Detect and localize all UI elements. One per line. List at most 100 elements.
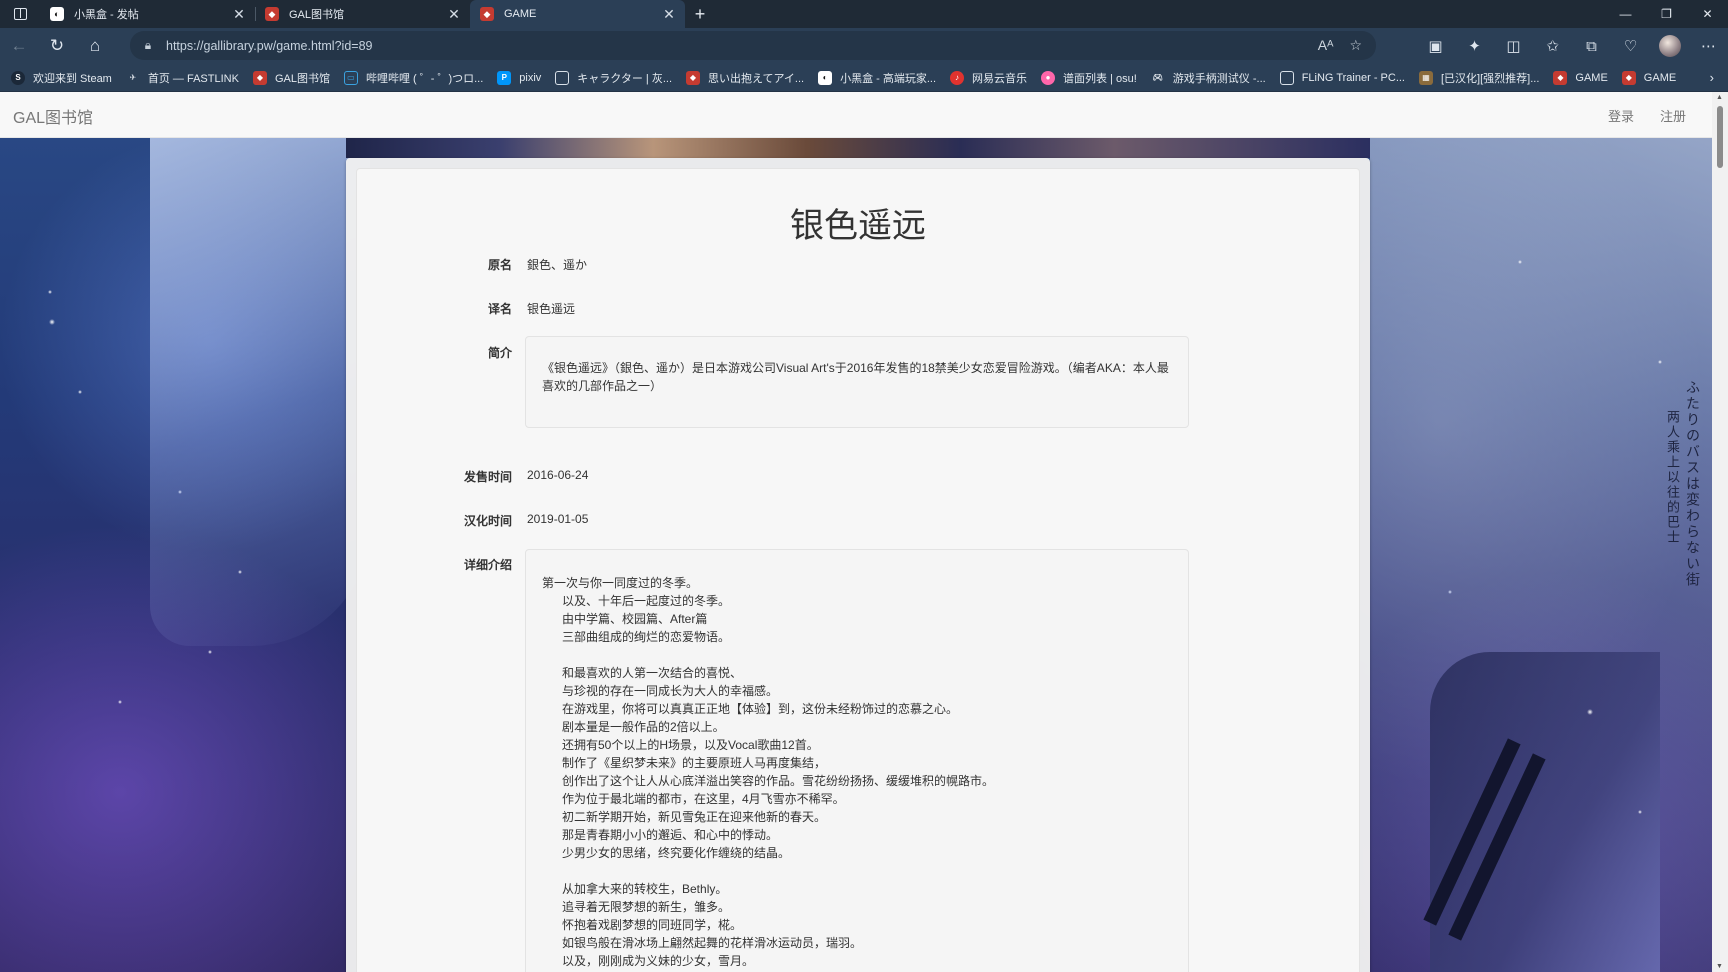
tab-actions-icon — [13, 8, 27, 20]
browser-tab-1[interactable]: ◐ 小黑盒 - 发帖 ✕ — [40, 0, 255, 28]
gallibrary-icon: ◆ — [480, 7, 494, 21]
tab-actions-button[interactable] — [0, 0, 40, 28]
favorite-star-icon[interactable]: ☆ — [1349, 37, 1362, 54]
browser-toolbar: ← ↻ ⌂ 🔒︎ https://gallibrary.pw/game.html… — [0, 28, 1728, 64]
scrollbar-thumb[interactable] — [1717, 106, 1723, 168]
bookmark-netease-music[interactable]: ♪ 网易云音乐 — [950, 70, 1027, 86]
scroll-down-icon[interactable]: ▼ — [1716, 963, 1723, 970]
register-link[interactable]: 注册 — [1660, 106, 1686, 125]
bookmark-osu[interactable]: ● 谱面列表 | osu! — [1041, 70, 1137, 86]
detail-line: 与珍视的存在一同成长为大人的幸福感。 — [542, 684, 779, 698]
bilibili-icon: ▭ — [343, 70, 358, 85]
xiaoheihe-icon: ◐ — [50, 7, 64, 21]
detail-line: 创作出了这个让人从心底洋溢出笑容的作品。雪花纷纷扬扬、缓缓堆积的幌路市。 — [542, 774, 995, 788]
home-button[interactable]: ⌂ — [76, 30, 114, 62]
browser-tab-2[interactable]: ◆ GAL图书馆 ✕ — [255, 0, 470, 28]
split-screen-icon[interactable]: ◫ — [1494, 28, 1533, 64]
restore-icon[interactable]: ❐ — [1646, 0, 1687, 28]
site-navbar: GAL图书馆 登录 注册 — [0, 92, 1712, 138]
tab-title: GAME — [504, 8, 537, 20]
bookmark-localized[interactable]: ▦ [已汉化][强烈推荐]... — [1418, 70, 1539, 86]
extensions-puzzle-icon[interactable]: ✦ — [1455, 28, 1494, 64]
page-icon — [555, 70, 570, 85]
gallibrary-icon: ◆ — [252, 70, 267, 85]
netease-music-icon: ♪ — [950, 70, 965, 85]
bookmark-xiaoheihe[interactable]: ◐ 小黑盒 - 高端玩家... — [818, 70, 936, 86]
steam-icon: S — [11, 70, 25, 85]
profile-button[interactable] — [1650, 28, 1689, 64]
close-tab-icon[interactable]: ✕ — [446, 6, 462, 23]
lock-icon[interactable]: 🔒︎ — [130, 38, 166, 53]
page-content: ふたりのバスは変わらない街 两人乘上以往的巴士 GAL图书馆 登录 注册 银色遥… — [0, 92, 1712, 972]
original-name-value: 銀色、遥か — [527, 258, 588, 272]
page-scrollbar[interactable]: ▲ ▼ — [1712, 92, 1728, 972]
detail-line: 还拥有50个以上的H场景，以及Vocal歌曲12首。 — [542, 738, 819, 752]
bookmark-gamepad-tester[interactable]: 🎮︎ 游戏手柄测试仪 -... — [1151, 70, 1266, 86]
minimize-icon[interactable]: — — [1605, 0, 1646, 28]
release-date-value: 2016-06-24 — [527, 468, 589, 482]
details-text: 第一次与你一同度过的冬季。 以及、十年后一起度过的冬季。 由中学篇、校园篇、Af… — [542, 574, 1172, 970]
gallibrary-icon: ◆ — [1553, 70, 1568, 85]
detail-line: 第一次与你一同度过的冬季。 — [542, 576, 699, 590]
detail-line: 三部曲组成的绚烂的恋爱物语。 — [542, 630, 731, 644]
bookmark-fastlink[interactable]: ✈ 首页 — FASTLINK — [126, 70, 239, 86]
bookmark-game-1[interactable]: ◆ GAME — [1553, 70, 1608, 85]
url-text[interactable]: https://gallibrary.pw/game.html?id=89 — [166, 39, 1318, 53]
login-link[interactable]: 登录 — [1608, 106, 1634, 125]
wallpaper-caption: 两人乘上以往的巴士 — [1664, 410, 1679, 545]
details-box: 第一次与你一同度过的冬季。 以及、十年后一起度过的冬季。 由中学篇、校园篇、Af… — [525, 549, 1189, 972]
browser-essentials-icon[interactable]: ♡ — [1611, 28, 1650, 64]
detail-line: 以及、十年后一起度过的冬季。 — [542, 594, 731, 608]
bookmark-omoide[interactable]: ◆ 思い出抱えてアイ... — [686, 70, 804, 86]
gamepad-icon: 🎮︎ — [1152, 73, 1163, 82]
page-title: 银色遥远 — [790, 207, 926, 245]
chevron-right-icon[interactable]: › — [1710, 70, 1714, 85]
back-button[interactable]: ← — [0, 30, 38, 62]
detail-line: 由中学篇、校园篇、After篇 — [542, 612, 708, 626]
wallpaper-caption: ふたりのバスは変わらない街 — [1684, 380, 1700, 588]
extension-icon[interactable]: ▣ — [1416, 28, 1455, 64]
original-name-label: 原名 — [487, 258, 512, 272]
browser-tab-3[interactable]: ◆ GAME ✕ — [470, 0, 685, 28]
tab-strip: ◐ 小黑盒 - 发帖 ✕ ◆ GAL图书馆 ✕ ◆ GAME ✕ + — ❐ ✕ — [0, 0, 1728, 28]
close-tab-icon[interactable]: ✕ — [661, 6, 677, 23]
address-bar[interactable]: 🔒︎ https://gallibrary.pw/game.html?id=89… — [130, 31, 1376, 60]
bookmark-steam[interactable]: S 欢迎来到 Steam — [11, 70, 112, 86]
translated-name-label: 译名 — [487, 302, 512, 316]
close-tab-icon[interactable]: ✕ — [231, 6, 247, 23]
bookmark-pixiv[interactable]: Ppixiv — [497, 70, 541, 85]
bookmark-game-2[interactable]: ◆ GAME — [1621, 70, 1676, 85]
close-window-icon[interactable]: ✕ — [1687, 0, 1728, 28]
detail-line: 以及，刚刚成为义妹的少女，雪月。 — [542, 954, 755, 968]
gallibrary-icon: ◆ — [686, 70, 700, 85]
detail-line: 作为位于最北端的都市，在这里，4月飞雪亦不稀罕。 — [542, 792, 845, 806]
page-icon — [1279, 70, 1294, 85]
detail-line: 那是青春期小小的邂逅、和心中的悸动。 — [542, 828, 779, 842]
tab-title: GAL图书馆 — [289, 9, 345, 21]
read-aloud-icon[interactable]: Aᴬ — [1318, 37, 1334, 54]
favorites-icon[interactable]: ✩ — [1533, 28, 1572, 64]
summary-text: 《银色遥远》（銀色、遥か）是日本游戏公司Visual Art's于2016年发售… — [542, 361, 1169, 393]
settings-more-icon[interactable]: ⋯ — [1689, 28, 1728, 64]
detail-line: 如银鸟般在滑冰场上翩然起舞的花样滑冰运动员，瑞羽。 — [542, 936, 863, 950]
scroll-up-icon[interactable]: ▲ — [1716, 94, 1723, 101]
box-icon: ▦ — [1418, 70, 1433, 85]
new-tab-button[interactable]: + — [685, 0, 715, 28]
fastlink-icon: ✈ — [129, 73, 137, 82]
detail-line: 从加拿大来的转校生，Bethly。 — [542, 882, 728, 896]
bookmark-fling-trainer[interactable]: FLiNG Trainer - PC... — [1279, 70, 1405, 85]
summary-box: 《银色遥远》（銀色、遥か）是日本游戏公司Visual Art's于2016年发售… — [525, 336, 1189, 428]
bookmark-gallibrary[interactable]: ◆ GAL图书馆 — [252, 70, 330, 86]
site-brand[interactable]: GAL图书馆 — [13, 104, 93, 128]
bookmark-character[interactable]: キャラクター | 灰... — [555, 70, 672, 86]
detail-line: 追寻着无限梦想的新生，雏多。 — [542, 900, 731, 914]
window-controls: — ❐ ✕ — [1605, 0, 1728, 28]
localization-date-label: 汉化时间 — [463, 514, 512, 528]
bookmarks-bar: S 欢迎来到 Steam ✈ 首页 — FASTLINK ◆ GAL图书馆 ▭ 哔哩哔哩… — [0, 64, 1728, 92]
collections-icon[interactable]: ⧉ — [1572, 28, 1611, 64]
gallibrary-icon: ◆ — [1621, 70, 1636, 85]
avatar — [1658, 35, 1681, 57]
refresh-button[interactable]: ↻ — [38, 30, 76, 62]
bookmark-bilibili[interactable]: ▭ 哔哩哔哩 ( ゜- ゜)つロ... — [343, 70, 483, 86]
